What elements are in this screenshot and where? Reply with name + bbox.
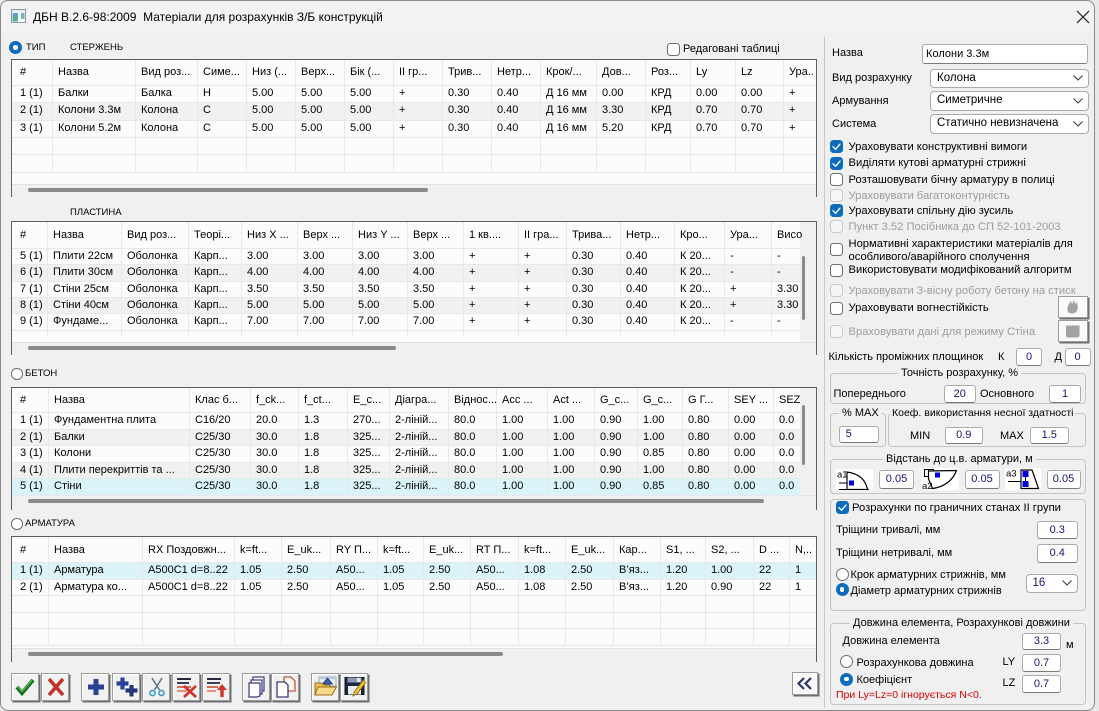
svg-text:a3: a3 [1006,469,1017,480]
svg-text:a1: a1 [837,469,848,480]
svg-text:a2: a2 [922,481,933,490]
